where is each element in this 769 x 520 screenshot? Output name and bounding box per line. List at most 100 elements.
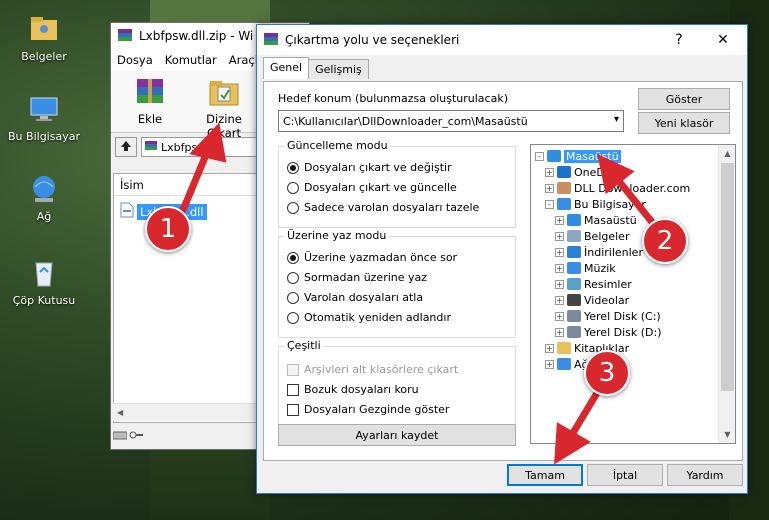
tab-gelismis[interactable]: Gelişmiş [308, 59, 369, 79]
expand-icon[interactable]: + [545, 343, 554, 353]
expand-icon[interactable]: + [555, 295, 564, 305]
winrar-title: Lxbfpsw.dll.zip - Wi [139, 29, 254, 43]
drive-status-icon [112, 430, 128, 443]
overwrite-mode-title: Üzerine yaz modu [285, 229, 389, 242]
checkbox[interactable] [287, 403, 299, 416]
folder-tree[interactable]: - Masaüstü + OneDrive + DLL Downloader.com - Bu… [530, 144, 736, 444]
tree-node[interactable]: + İndirilenler [555, 244, 643, 260]
option-label: Dosyaları Gezginde göster [304, 403, 450, 416]
tree-node-label: Masaüstü [564, 149, 621, 163]
show-button[interactable]: Göster [638, 88, 730, 110]
desktop-icon-label: Belgeler [21, 50, 67, 63]
tree-node[interactable]: - Bu Bilgisayar [545, 196, 646, 212]
music-icon [567, 262, 581, 274]
target-path-value: C:\Kullanıcılar\DllDownloader_com\Masaüs… [283, 114, 528, 128]
radio-button[interactable] [287, 311, 299, 324]
radio-button[interactable] [287, 251, 299, 264]
ok-button[interactable]: Tamam [507, 464, 583, 486]
column-header-label: İsim [120, 177, 144, 192]
expand-icon[interactable]: + [555, 311, 564, 321]
radio-button[interactable] [287, 201, 299, 214]
drive-c-icon [567, 310, 581, 322]
option-label: Sormadan üzerine yaz [304, 271, 428, 284]
collapse-icon[interactable]: - [535, 151, 544, 161]
tree-node[interactable]: + Ağ [545, 356, 589, 372]
desktop-icon-ag[interactable]: Ağ [4, 172, 84, 223]
help-button[interactable]: Yardım [667, 464, 743, 486]
tree-node[interactable]: - Masaüstü [535, 148, 621, 164]
radio-button[interactable] [287, 291, 299, 304]
recycle-bin-icon [27, 256, 61, 290]
option-label: Otomatik yeniden adlandır [304, 311, 451, 324]
tree-node[interactable]: + Müzik [555, 260, 616, 276]
tree-node[interactable]: + Masaüstü [555, 212, 637, 228]
archive-small-icon [144, 139, 158, 156]
update-option-update[interactable]: Dosyaları çıkart ve güncelle [287, 181, 457, 194]
tree-node-label: Bu Bilgisayar [574, 197, 646, 211]
tree-node[interactable]: + Belgeler [555, 228, 629, 244]
misc-option-keep-broken[interactable]: Bozuk dosyaları koru [287, 383, 419, 396]
expand-icon[interactable]: + [555, 231, 564, 241]
overwrite-option-skip[interactable]: Varolan dosyaları atla [287, 291, 423, 304]
desktop-folder-icon [567, 214, 581, 226]
expand-icon[interactable]: + [555, 215, 564, 225]
save-settings-button[interactable]: Ayarları kaydet [278, 424, 516, 446]
expand-icon[interactable]: + [545, 183, 554, 193]
update-option-freshen[interactable]: Sadece varolan dosyaları tazele [287, 201, 479, 214]
tree-node[interactable]: + Yerel Disk (D:) [555, 324, 662, 340]
expand-icon[interactable]: + [555, 327, 564, 337]
chevron-down-icon[interactable]: ▾ [614, 114, 619, 125]
tree-node-label: İndirilenler [584, 245, 643, 259]
dialog-titlebar[interactable]: Çıkartma yolu ve seçenekleri ? ✕ [257, 25, 747, 55]
overwrite-option-no-prompt[interactable]: Sormadan üzerine yaz [287, 271, 427, 284]
up-folder-button[interactable] [115, 137, 137, 157]
tab-genel[interactable]: Genel [263, 57, 310, 79]
dialog-app-icon [263, 31, 279, 50]
new-folder-button[interactable]: Yeni klasör [638, 112, 730, 134]
expand-icon[interactable]: + [555, 279, 564, 289]
documents-icon [567, 230, 581, 242]
tree-node[interactable]: + Videolar [555, 292, 629, 308]
expand-icon[interactable]: + [555, 247, 564, 257]
step-marker-3: 3 [584, 350, 630, 396]
desktop-icon-belgeler[interactable]: Belgeler [4, 12, 84, 63]
close-button[interactable]: ✕ [701, 25, 745, 55]
cancel-button[interactable]: İptal [587, 464, 663, 486]
vertical-scrollbar[interactable]: ▲ ▼ [718, 145, 735, 443]
expand-icon[interactable]: + [545, 359, 554, 369]
desktop-icon-cop-kutusu[interactable]: Çöp Kutusu [4, 256, 84, 307]
scroll-left-icon: ◀ [117, 408, 124, 417]
expand-icon[interactable]: + [555, 263, 564, 273]
scrollbar-thumb[interactable] [721, 163, 734, 391]
target-path-label: Hedef konum (bulunmazsa oluşturulacak) [278, 92, 508, 105]
user-icon [557, 182, 571, 194]
scroll-down-icon[interactable]: ▼ [719, 426, 735, 443]
checkbox[interactable] [287, 383, 299, 396]
computer-icon [557, 198, 571, 210]
extract-to-button[interactable]: Dizine Çıkart [193, 75, 255, 140]
target-path-combobox[interactable]: C:\Kullanıcılar\DllDownloader_com\Masaüs… [278, 110, 624, 132]
add-label: Ekle [137, 112, 163, 126]
overwrite-option-ask[interactable]: Üzerine yazmadan önce sor [287, 251, 457, 264]
menu-komutlar[interactable]: Komutlar [165, 53, 217, 67]
collapse-icon[interactable]: - [545, 199, 554, 209]
update-option-replace[interactable]: Dosyaları çıkart ve değiştir [287, 161, 452, 174]
help-title-button[interactable]: ? [657, 25, 701, 55]
step-marker-2: 2 [642, 218, 688, 264]
radio-button[interactable] [287, 181, 299, 194]
tree-node[interactable]: + Yerel Disk (C:) [555, 308, 661, 324]
radio-button[interactable] [287, 271, 299, 284]
misc-option-show-in-explorer[interactable]: Dosyaları Gezginde göster [287, 403, 449, 416]
tree-node-label: OneDrive [574, 165, 626, 179]
overwrite-option-rename[interactable]: Otomatik yeniden adlandır [287, 311, 451, 324]
menu-dosya[interactable]: Dosya [117, 53, 153, 67]
tree-node[interactable]: + DLL Downloader.com [545, 180, 690, 196]
scroll-up-icon[interactable]: ▲ [719, 145, 735, 162]
expand-icon[interactable]: + [545, 167, 554, 177]
tree-node[interactable]: + OneDrive [545, 164, 626, 180]
tree-node[interactable]: + Resimler [555, 276, 632, 292]
add-button[interactable]: Ekle [119, 75, 181, 128]
desktop-icon-bu-bilgisayar[interactable]: Bu Bilgisayar [4, 92, 84, 143]
radio-button[interactable] [287, 161, 299, 174]
network-icon [557, 358, 571, 370]
